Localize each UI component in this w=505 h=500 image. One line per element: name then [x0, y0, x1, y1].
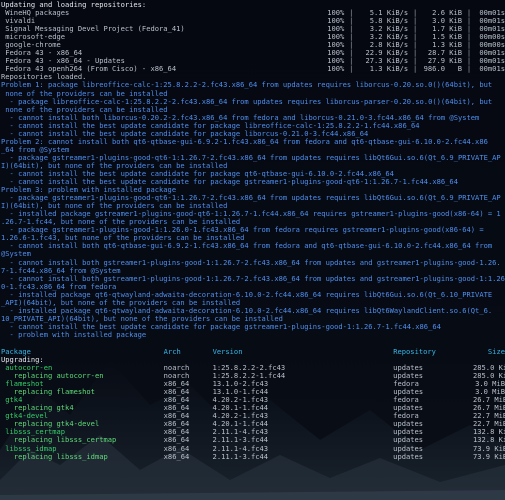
download-header: Updating and loading repositories: — [1, 0, 147, 9]
repo-row: microsoft-edge 100% | 3.2 KiB/s | 1.5 KiB | 00m… — [1, 33, 505, 41]
repo-speed: 1.3 KiB/s — [369, 64, 409, 74]
package-name: replacing gtk4-devel — [1, 420, 100, 429]
problem-line: - problem with installed package — [1, 329, 147, 339]
problem-line: Problem 2: cannot install both qt6-qtbas… — [1, 136, 488, 146]
terminal-window[interactable]: Updating and loading repositories: WineH… — [0, 0, 505, 500]
table-header: Package Arch Version Repository Size — [1, 346, 505, 356]
separator: | — [413, 64, 418, 74]
package-arch: x86_64 — [163, 451, 190, 461]
package-name: replacing gtk4 — [1, 404, 74, 413]
header-repository: Repository — [393, 346, 436, 356]
problem-output: Problem 1: package libreoffice-calc-1:25… — [1, 81, 505, 339]
package-name: replacing autocorr-en — [1, 372, 104, 381]
terminal-output: Updating and loading repositories: WineH… — [1, 0, 505, 461]
package-name: replacing libsss_idmap — [1, 452, 108, 461]
package-name: replacing libsss_certmap — [1, 436, 117, 445]
table-row-replacing: replacing libsss_idmap x86_64 2.11.1-3.fc4… — [1, 451, 505, 461]
package-repository: updates — [393, 451, 424, 461]
repo-list: WineHQ packages 100% | 5.1 KiB/s | 2.6 KiB | 00… — [1, 8, 505, 74]
repo-name: microsoft-edge — [1, 33, 66, 42]
package-name: gtk4 — [1, 396, 23, 405]
package-name: flameshot — [1, 380, 44, 389]
package-name: libsss_idmap — [1, 444, 57, 453]
repo-size: 986.0 B — [423, 64, 463, 74]
repo-name: Signal Messaging Devel Project (Fedora_4… — [1, 25, 185, 34]
package-table: autocorr-en noarch 1:25.8.2.2-2.fc43 update… — [1, 364, 505, 461]
repo-name: vivaldi — [1, 17, 36, 26]
package-version: 2.11.1-3.fc44 — [212, 451, 269, 461]
repo-percent: 100% — [327, 64, 345, 74]
header-version: Version — [212, 346, 243, 356]
problem-line: - cannot install both qt6-qtbase-gui-6.9… — [1, 241, 493, 251]
repo-row: Signal Messaging Devel Project (Fedora_4… — [1, 25, 505, 33]
repo-row: vivaldi 100% | 5.8 KiB/s | 3.0 KiB | 00m01s — [1, 17, 505, 25]
package-name: gtk4-devel — [1, 412, 48, 421]
package-name: libsss_certmap — [1, 428, 66, 437]
repo-row: WineHQ packages 100% | 5.1 KiB/s | 2.6 KiB | 00… — [1, 8, 505, 18]
repo-name: WineHQ packages — [1, 9, 70, 18]
section-upgrading: Upgrading: — [1, 355, 44, 365]
repo-time: 00m01s — [479, 64, 505, 74]
header-size: Size — [487, 346, 505, 356]
repo-name: Fedora 43 - x86_64 - Updates — [1, 57, 125, 66]
package-name: autocorr-en — [1, 364, 53, 373]
package-size: 73.9 KiB — [473, 451, 505, 461]
separator: | — [466, 64, 472, 74]
repo-name: Fedora 43 - x86_64 — [1, 49, 83, 58]
separator: | — [349, 64, 354, 74]
header-arch: Arch — [163, 346, 181, 356]
repo-name: google-chrome — [1, 41, 61, 50]
package-name: replacing flameshot — [1, 388, 95, 397]
